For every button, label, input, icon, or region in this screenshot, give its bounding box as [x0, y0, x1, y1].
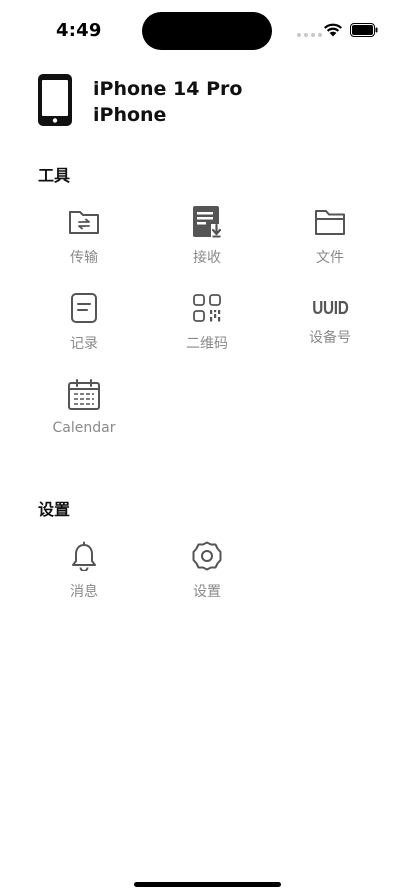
uuid-icon-text: UUID	[311, 297, 349, 318]
settings-item-settings[interactable]: 设置	[147, 539, 267, 609]
tool-item-label: 记录	[70, 336, 98, 352]
battery-icon	[350, 23, 378, 37]
tool-item-files[interactable]: 文件	[270, 205, 390, 275]
tool-item-qrcode[interactable]: 二维码	[147, 291, 267, 361]
settings-item-label: 消息	[70, 584, 98, 600]
status-bar: 4:49	[0, 0, 414, 56]
note-icon	[67, 291, 101, 325]
tool-item-records[interactable]: 记录	[24, 291, 144, 361]
tool-item-transfer[interactable]: 传输	[24, 205, 144, 275]
phone-device-icon	[38, 74, 72, 126]
tool-item-label: 二维码	[186, 336, 228, 352]
dynamic-island	[142, 12, 272, 50]
screen: 4:49 iPhone 14 Pro iPhone 工具 传输 接收 文件 记录…	[0, 0, 414, 896]
uuid-icon: UUID	[311, 291, 349, 325]
folder-icon	[313, 205, 347, 239]
tool-item-label: 设备号	[309, 330, 351, 346]
section-title-tools: 工具	[38, 166, 71, 185]
settings-item-messages[interactable]: 消息	[24, 539, 144, 609]
tool-item-receive[interactable]: 接收	[147, 205, 267, 275]
cellular-signal-icon	[297, 33, 322, 37]
receive-document-icon	[190, 205, 224, 239]
device-model: iPhone	[93, 104, 167, 126]
bell-icon	[67, 539, 101, 573]
tool-item-label: 接收	[193, 250, 221, 266]
tool-item-calendar[interactable]: Calendar	[24, 378, 144, 448]
status-time: 4:49	[56, 20, 102, 41]
folder-transfer-icon	[67, 205, 101, 239]
settings-item-label: 设置	[193, 584, 221, 600]
gear-icon	[190, 539, 224, 573]
tool-item-device-id[interactable]: UUID 设备号	[270, 291, 390, 361]
wifi-icon	[324, 23, 342, 37]
section-title-settings: 设置	[38, 500, 71, 519]
qr-code-icon	[190, 291, 224, 325]
tool-item-label: Calendar	[52, 420, 116, 436]
calendar-icon	[67, 378, 101, 412]
tool-item-label: 文件	[316, 250, 344, 266]
device-name: iPhone 14 Pro	[93, 78, 243, 100]
tool-item-label: 传输	[70, 250, 98, 266]
device-header: iPhone 14 Pro iPhone	[38, 74, 378, 126]
home-indicator[interactable]	[134, 882, 281, 887]
